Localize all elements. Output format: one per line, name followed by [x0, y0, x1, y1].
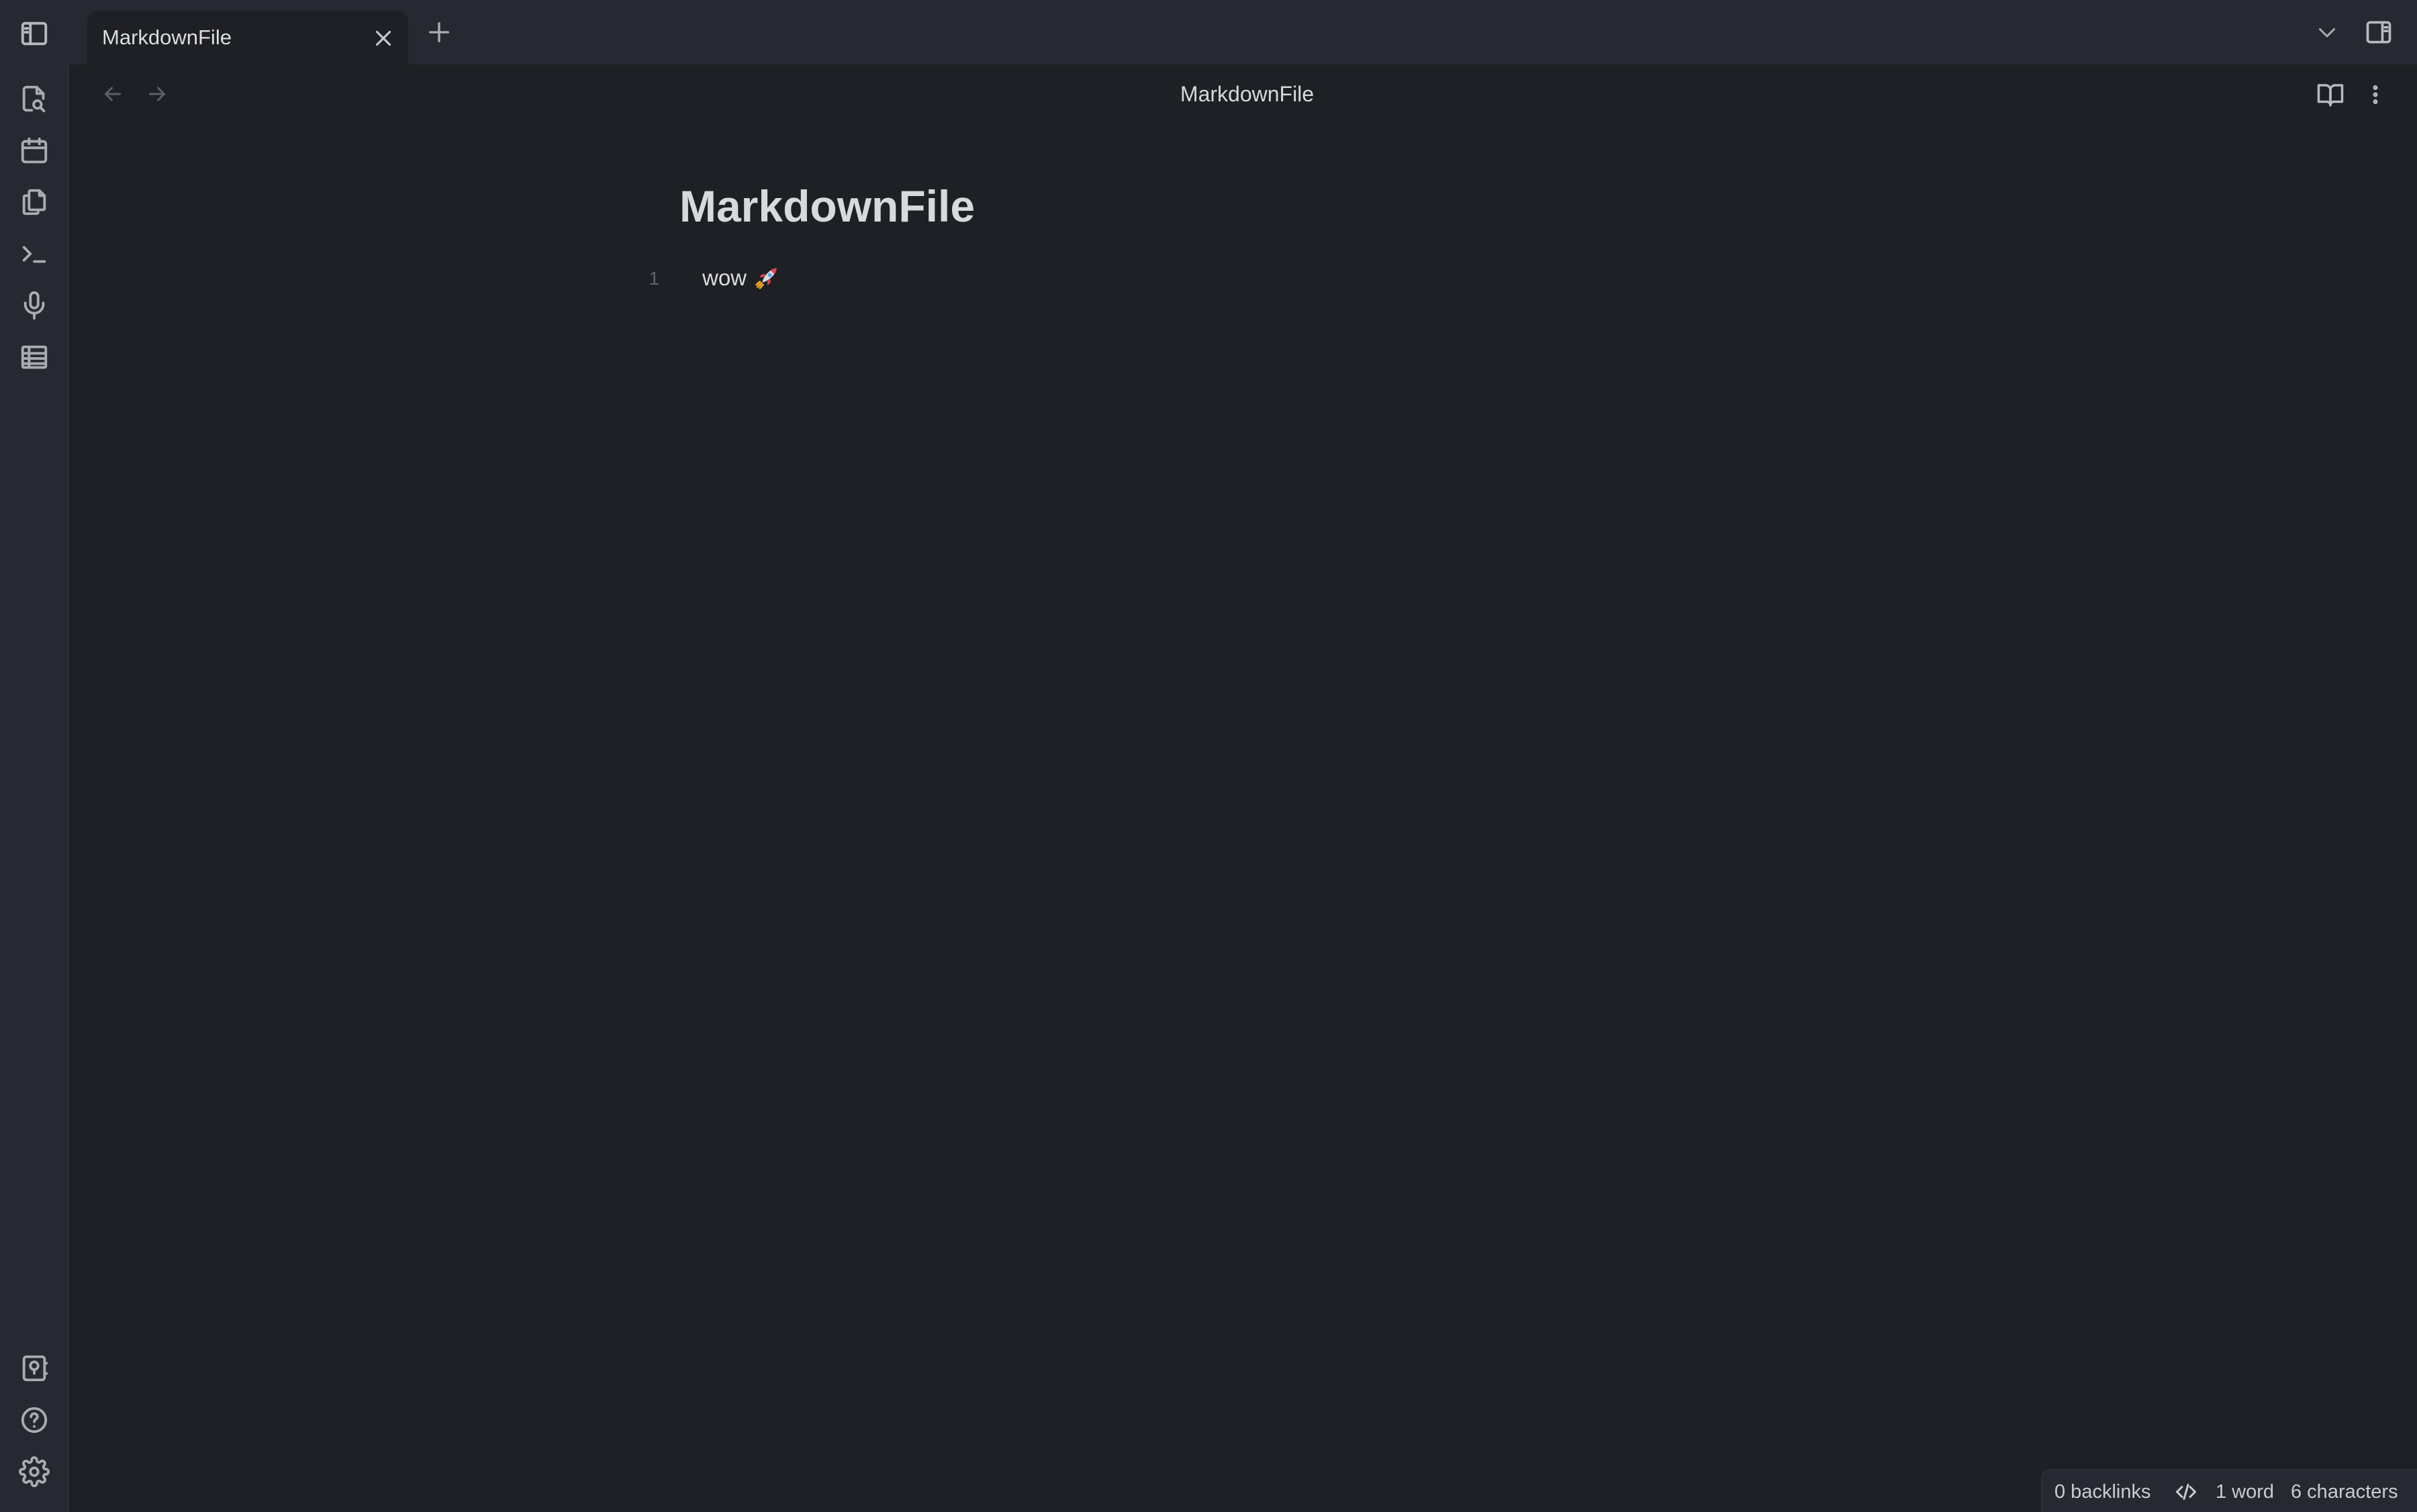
- obsidian-window: MarkdownFile MarkdownFile MarkdownFile 1…: [0, 0, 2417, 1512]
- more-vertical-icon[interactable]: [2363, 81, 2387, 109]
- editor-line[interactable]: wow: [702, 263, 747, 293]
- terminal-icon[interactable]: [19, 238, 50, 269]
- view-header-title[interactable]: MarkdownFile: [1074, 81, 1420, 107]
- book-open-icon[interactable]: [2316, 81, 2344, 109]
- calendar-icon[interactable]: [19, 135, 50, 166]
- plus-icon[interactable]: [426, 19, 453, 46]
- tab-title: MarkdownFile: [102, 26, 232, 49]
- tab-markdownfile[interactable]: MarkdownFile: [87, 11, 408, 64]
- note-title[interactable]: MarkdownFile: [679, 176, 975, 236]
- chevron-down-icon[interactable]: [2315, 20, 2339, 44]
- sidebar-right-icon[interactable]: [2363, 17, 2394, 47]
- left-ribbon: [0, 64, 69, 1512]
- rocket-icon: [755, 266, 779, 290]
- arrow-left-icon[interactable]: [101, 82, 125, 106]
- tab-bar: MarkdownFile: [0, 0, 2417, 64]
- settings-icon[interactable]: [19, 1456, 50, 1487]
- vault-icon[interactable]: [19, 1353, 50, 1384]
- character-count: 6 characters: [2291, 1481, 2398, 1503]
- table-icon[interactable]: [19, 342, 50, 373]
- backlinks-count[interactable]: 0 backlinks: [2054, 1480, 2150, 1503]
- copy-icon[interactable]: [19, 187, 50, 218]
- close-icon[interactable]: [371, 26, 396, 51]
- word-count: 1 word: [2216, 1481, 2275, 1503]
- line-number: 1: [649, 268, 659, 289]
- status-bar: 0 backlinks 1 word 6 characters: [2041, 1469, 2417, 1512]
- microphone-icon[interactable]: [19, 290, 50, 321]
- search-file-icon[interactable]: [19, 83, 50, 114]
- sidebar-left-icon[interactable]: [19, 18, 50, 49]
- code-icon[interactable]: [2173, 1480, 2199, 1504]
- help-icon[interactable]: [19, 1405, 50, 1435]
- arrow-right-icon[interactable]: [145, 82, 169, 106]
